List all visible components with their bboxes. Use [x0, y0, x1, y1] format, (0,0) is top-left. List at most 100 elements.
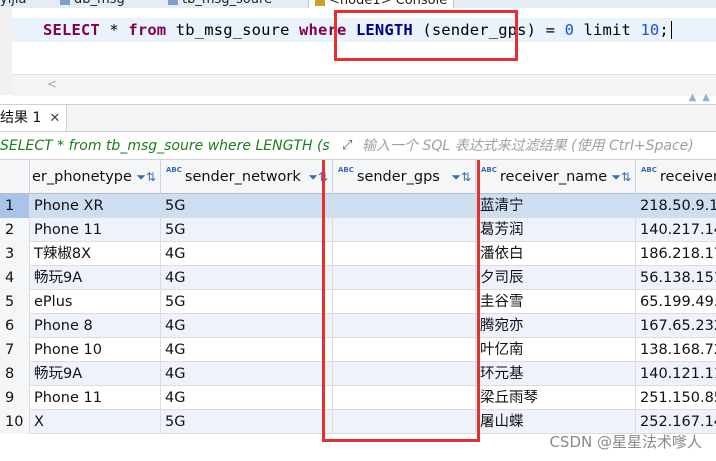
sql-token: from	[128, 21, 167, 39]
table-cell[interactable]: 138.168.72	[636, 338, 716, 362]
row-number[interactable]: 1	[0, 194, 30, 218]
editor-horizontal-scrollbar[interactable]: <	[12, 74, 716, 96]
filter-expand-icon[interactable]: ⤢	[342, 133, 352, 159]
table-cell[interactable]: 畅玩9A	[30, 266, 161, 290]
table-row[interactable]: 5 ePlus 5G 圭谷雪 65.199.49.	[0, 290, 716, 314]
column-header-sender-gps[interactable]: ABC sender_gps ⏷⇅	[333, 160, 476, 194]
row-number[interactable]: 3	[0, 242, 30, 266]
row-number[interactable]: 4	[0, 266, 30, 290]
table-cell[interactable]: 5G	[161, 218, 333, 242]
table-cell[interactable]: 环元基	[476, 362, 636, 386]
column-header-phonetype[interactable]: er_phonetype ⏷⇅	[30, 160, 161, 194]
table-cell[interactable]: Phone XR	[30, 194, 161, 218]
table-cell[interactable]: 140.121.11	[636, 362, 716, 386]
row-number[interactable]: 8	[0, 362, 30, 386]
watermark: CSDN @星星法术嗲人	[549, 433, 702, 451]
table-cell[interactable]	[333, 362, 476, 386]
table-cell[interactable]: 4G	[161, 386, 333, 410]
table-cell[interactable]: ePlus	[30, 290, 161, 314]
table-cell[interactable]: 218.50.9.1	[636, 194, 716, 218]
column-header-receiver[interactable]: ABC receiver	[636, 160, 716, 194]
filter-sort-icon[interactable]: ⏷⇅	[136, 160, 156, 193]
table-row[interactable]: 7 Phone 10 4G 叶亿南 138.168.72	[0, 338, 716, 362]
table-cell[interactable]: 167.65.232	[636, 314, 716, 338]
table-cell[interactable]	[333, 242, 476, 266]
table-cell[interactable]: 186.218.17	[636, 242, 716, 266]
table-cell[interactable]	[333, 194, 476, 218]
table-cell[interactable]: 56.138.151	[636, 266, 716, 290]
tab-result-1[interactable]: 结果 1 ✕	[0, 105, 68, 131]
table-cell[interactable]: 4G	[161, 266, 333, 290]
table-cell[interactable]: 4G	[161, 314, 333, 338]
table-cell[interactable]: Phone 8	[30, 314, 161, 338]
filter-sort-icon[interactable]: ⏷⇅	[451, 160, 471, 193]
table-cell[interactable]	[333, 266, 476, 290]
sort-icon[interactable]: ⇅	[461, 170, 471, 184]
table-cell[interactable]: 140.217.14	[636, 218, 716, 242]
table-cell[interactable]	[333, 314, 476, 338]
sort-icon[interactable]: ⇅	[621, 170, 631, 184]
table-cell[interactable]: 4G	[161, 242, 333, 266]
table-cell[interactable]: T辣椒8X	[30, 242, 161, 266]
table-cell[interactable]	[333, 290, 476, 314]
column-header-receiver-name[interactable]: ABC receiver_name ⏷⇅	[476, 160, 636, 194]
table-row[interactable]: 9 Phone 11 4G 梁丘雨琴 251.150.85	[0, 386, 716, 410]
table-cell[interactable]: Phone 10	[30, 338, 161, 362]
result-grid[interactable]: er_phonetype ⏷⇅ ABC sender_network ⏷⇅ ABC…	[0, 160, 716, 461]
sql-editor[interactable]: SELECT * from tb_msg_soure where LENGTH …	[0, 8, 716, 96]
editor-tab-db-msg[interactable]: db_msg	[60, 0, 125, 8]
scroll-left-arrow-icon[interactable]: <	[47, 77, 57, 91]
row-number[interactable]: 9	[0, 386, 30, 410]
editor-tab-tb-msg-soure[interactable]: tb_msg_soure	[168, 0, 272, 8]
table-row[interactable]: 1 Phone XR 5G 蓝清宁 218.50.9.1	[0, 194, 716, 218]
filter-sort-icon[interactable]: ⏷⇅	[611, 160, 631, 193]
table-cell[interactable]: 4G	[161, 362, 333, 386]
table-cell[interactable]: 5G	[161, 290, 333, 314]
table-row[interactable]: 8 畅玩9A 4G 环元基 140.121.11	[0, 362, 716, 386]
table-cell[interactable]: 叶亿南	[476, 338, 636, 362]
row-number[interactable]: 6	[0, 314, 30, 338]
table-cell[interactable]: 5G	[161, 410, 333, 434]
table-cell[interactable]: 腾宛亦	[476, 314, 636, 338]
column-header-sender-network[interactable]: ABC sender_network ⏷⇅	[161, 160, 333, 194]
close-icon[interactable]: ✕	[49, 111, 60, 126]
editor-tab-yijia[interactable]: yijia	[0, 0, 27, 8]
table-cell[interactable]	[333, 218, 476, 242]
table-cell[interactable]: 65.199.49.	[636, 290, 716, 314]
table-cell[interactable]: 蓝清宁	[476, 194, 636, 218]
row-number[interactable]: 7	[0, 338, 30, 362]
sort-icon[interactable]: ⇅	[318, 170, 328, 184]
table-row[interactable]: 4 畅玩9A 4G 夕司辰 56.138.151	[0, 266, 716, 290]
table-cell[interactable]: 梁丘雨琴	[476, 386, 636, 410]
table-cell[interactable]: Phone 11	[30, 386, 161, 410]
table-cell[interactable]: X	[30, 410, 161, 434]
table-cell[interactable]: 251.150.85	[636, 386, 716, 410]
row-number[interactable]: 2	[0, 218, 30, 242]
table-cell[interactable]	[333, 410, 476, 434]
table-cell[interactable]: 4G	[161, 338, 333, 362]
table-cell[interactable]: Phone 11	[30, 218, 161, 242]
sql-statement[interactable]: SELECT * from tb_msg_soure where LENGTH …	[43, 21, 672, 39]
table-cell[interactable]: 葛芳润	[476, 218, 636, 242]
row-number[interactable]: 5	[0, 290, 30, 314]
result-filter-bar[interactable]: SELECT * from tb_msg_soure where LENGTH …	[0, 133, 716, 160]
table-cell[interactable]: 潘依白	[476, 242, 636, 266]
table-row[interactable]: 2 Phone 11 5G 葛芳润 140.217.14	[0, 218, 716, 242]
table-cell[interactable]: 畅玩9A	[30, 362, 161, 386]
table-row[interactable]: 6 Phone 8 4G 腾宛亦 167.65.232	[0, 314, 716, 338]
column-header-label: receiver_name	[499, 169, 608, 185]
filter-sort-icon[interactable]: ⏷⇅	[308, 160, 328, 193]
row-number[interactable]: 10	[0, 410, 30, 434]
panel-collapse-arrows-icon[interactable]: ▲▲	[689, 92, 716, 103]
filter-input[interactable]: 输入一个 SQL 表达式来过滤结果 (使用 Ctrl+Space)	[362, 133, 694, 159]
table-cell[interactable]	[333, 386, 476, 410]
sql-token: tb_msg_soure	[166, 21, 300, 39]
table-cell[interactable]: 夕司辰	[476, 266, 636, 290]
table-cell[interactable]	[333, 338, 476, 362]
sql-token: ;	[659, 21, 669, 39]
sort-icon[interactable]: ⇅	[146, 170, 156, 184]
table-row[interactable]: 3 T辣椒8X 4G 潘依白 186.218.17	[0, 242, 716, 266]
table-cell[interactable]: 圭谷雪	[476, 290, 636, 314]
editor-tab-console[interactable]: <node1> Console	[308, 0, 455, 8]
table-cell[interactable]: 5G	[161, 194, 333, 218]
